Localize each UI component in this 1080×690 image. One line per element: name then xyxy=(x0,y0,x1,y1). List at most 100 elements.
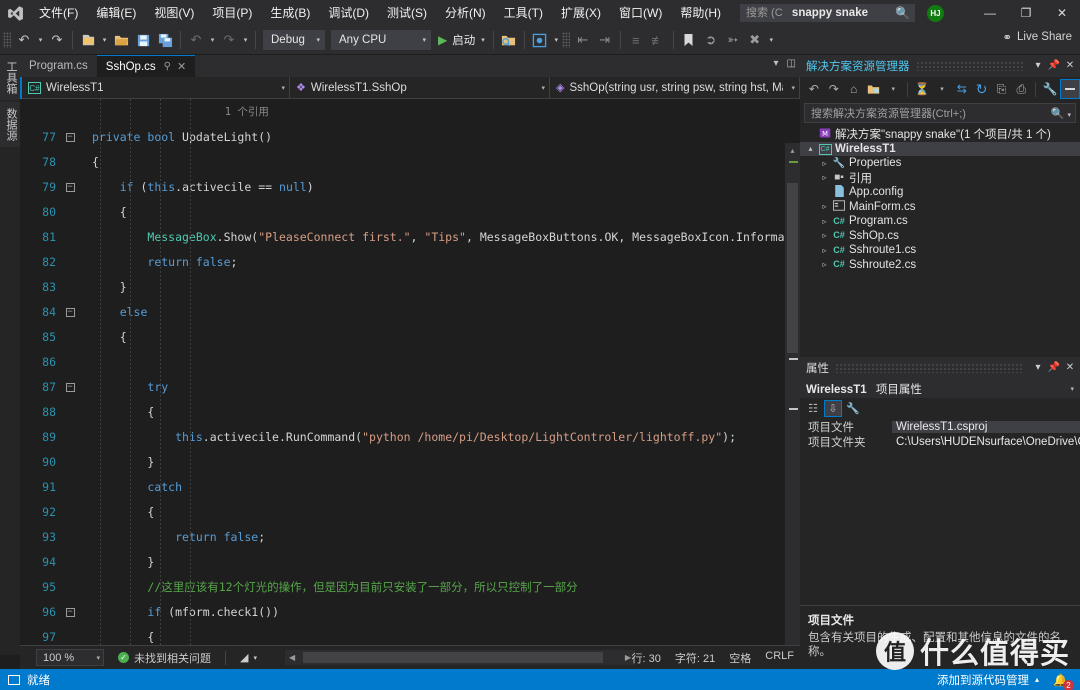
expander-icon[interactable]: ▹ xyxy=(818,246,831,255)
start-debug-button[interactable]: ▶ 启动 ▾ xyxy=(434,29,489,51)
scroll-up-icon[interactable]: ▴ xyxy=(785,143,800,158)
navigate-back-icon[interactable]: ↶ xyxy=(13,29,35,51)
code-line[interactable]: 95 //这里应该有12个灯光的操作，但是因为目前只安装了一部分，所以只控制了一… xyxy=(20,574,800,599)
code-editor[interactable]: 1 个引用 77− private bool UpdateLight() 78{79−… xyxy=(20,99,800,645)
comment-icon[interactable]: ≡ xyxy=(625,29,647,51)
editor-tab-program-cs[interactable]: Program.cs xyxy=(20,55,97,77)
property-row[interactable]: 项目文件夹 C:\Users\HUDENsurface\OneDrive\C# xyxy=(800,434,1080,449)
tree-row[interactable]: ▹ 🔧 Properties xyxy=(800,156,1080,171)
vertical-tab-toolbox[interactable]: 工具箱 xyxy=(0,55,22,100)
code-line[interactable]: 80 { xyxy=(20,199,800,224)
expander-icon[interactable]: ▹ xyxy=(818,231,831,240)
menu-tools[interactable]: 工具(T) xyxy=(495,0,552,26)
close-icon[interactable]: ✕ xyxy=(1062,359,1078,377)
indent-icon[interactable]: ⇤ xyxy=(572,29,594,51)
save-icon[interactable] xyxy=(132,29,154,51)
pin-icon[interactable]: 📌 xyxy=(1046,359,1062,377)
expander-icon[interactable]: ▹ xyxy=(818,260,831,269)
toolbar-grip[interactable] xyxy=(3,32,11,48)
code-line[interactable]: 79− if (this.activecile == null) xyxy=(20,174,800,199)
menu-edit[interactable]: 编辑(E) xyxy=(87,0,145,26)
split-view-icon[interactable]: ◫ xyxy=(787,58,796,69)
solution-tree[interactable]: M 解决方案"snappy snake"(1 个项目/共 1 个) ▴ C# W… xyxy=(800,126,1080,272)
code-line[interactable]: 91 catch xyxy=(20,474,800,499)
menu-view[interactable]: 视图(V) xyxy=(145,0,203,26)
fold-toggle-icon[interactable]: − xyxy=(62,182,78,192)
code-line[interactable]: 1 个引用 xyxy=(20,99,800,124)
indent-indicator[interactable]: 空格 xyxy=(729,650,751,666)
scrollbar-thumb[interactable] xyxy=(303,652,603,663)
tree-row[interactable]: ▹ ■▪ 引用 xyxy=(800,171,1080,186)
zoom-level-combo[interactable]: 100 % ▾ xyxy=(36,649,104,666)
open-file-icon[interactable] xyxy=(110,29,132,51)
expander-icon[interactable]: ▹ xyxy=(818,202,831,211)
code-line[interactable]: 85 { xyxy=(20,324,800,349)
menu-analyze[interactable]: 分析(N) xyxy=(436,0,495,26)
scrollbar-thumb[interactable] xyxy=(787,183,798,353)
code-line[interactable]: 86 xyxy=(20,349,800,374)
menu-debug[interactable]: 调试(D) xyxy=(319,0,378,26)
editor-horizontal-scrollbar[interactable]: ◀ ▶ xyxy=(285,650,635,665)
preview-icon[interactable]: ⎙ xyxy=(1011,79,1031,99)
avatar[interactable]: HJ xyxy=(927,4,944,22)
live-share-button[interactable]: ⚭ Live Share xyxy=(1002,30,1072,44)
issues-status[interactable]: ✓ 未找到相关问题 xyxy=(118,650,211,666)
scroll-right-icon[interactable]: ▶ xyxy=(625,653,631,662)
toolbar-overflow-icon[interactable]: ▾ xyxy=(766,29,777,51)
code-line[interactable]: 88 { xyxy=(20,399,800,424)
expander-icon[interactable]: ▴ xyxy=(804,144,817,153)
uncomment-icon[interactable]: ≢ xyxy=(647,29,669,51)
redo-icon[interactable]: ↷ xyxy=(218,29,240,51)
code-line[interactable]: 90 } xyxy=(20,449,800,474)
collapse-all-icon[interactable]: ⎘ xyxy=(992,79,1012,99)
tree-row-project[interactable]: ▴ C# WirelessT1 xyxy=(800,141,1080,156)
property-value[interactable]: WirelessT1.csproj xyxy=(892,420,1080,433)
pin-icon[interactable]: 📌 xyxy=(1046,57,1062,75)
bookmark-prev-icon[interactable]: ➲ xyxy=(700,29,722,51)
expander-icon[interactable]: ▹ xyxy=(818,159,831,168)
sync-icon[interactable]: ⇆ xyxy=(952,79,972,99)
code-line[interactable]: 81 MessageBox.Show("PleaseConnect first.… xyxy=(20,224,800,249)
bookmark-clear-icon[interactable]: ✖ xyxy=(744,29,766,51)
bookmark-next-icon[interactable]: ➳ xyxy=(722,29,744,51)
code-line[interactable]: 97 { xyxy=(20,624,800,645)
minimize-button[interactable]: — xyxy=(972,0,1008,26)
close-button[interactable]: ✕ xyxy=(1044,0,1080,26)
navbar-project-combo[interactable]: C# WirelessT1 ▾ xyxy=(20,76,290,99)
chevron-down-icon[interactable]: ▾ xyxy=(1070,385,1074,393)
scroll-left-icon[interactable]: ◀ xyxy=(289,653,295,662)
new-project-dropdown-icon[interactable]: ▾ xyxy=(99,29,110,51)
drag-handle[interactable] xyxy=(835,363,1024,373)
back-icon[interactable]: ↶ xyxy=(804,79,824,99)
properties-grid[interactable]: 项目文件 WirelessT1.csproj 项目文件夹 C:\Users\HUDEN… xyxy=(800,419,1080,449)
fold-toggle-icon[interactable]: − xyxy=(62,382,78,392)
property-value[interactable]: C:\Users\HUDENsurface\OneDrive\C# xyxy=(892,436,1080,448)
build-configuration-combo[interactable]: Debug ▾ xyxy=(263,30,325,50)
alphabetical-icon[interactable]: ⇩ xyxy=(824,400,842,417)
properties-icon[interactable]: 🔧 xyxy=(1040,79,1060,99)
tree-row[interactable]: ▹ C# SshOp.cs xyxy=(800,229,1080,244)
outdent-icon[interactable]: ⇥ xyxy=(594,29,616,51)
vertical-tab-datasources[interactable]: 数据源 xyxy=(0,102,22,147)
code-line[interactable]: 96− if (mform.check1()) xyxy=(20,599,800,624)
intellicode-dropdown-icon[interactable]: ▾ xyxy=(551,29,562,51)
categorized-icon[interactable]: ☷ xyxy=(804,400,822,417)
navigate-back-dropdown-icon[interactable]: ▾ xyxy=(35,29,46,51)
bookmark-icon[interactable] xyxy=(678,29,700,51)
menu-help[interactable]: 帮助(H) xyxy=(671,0,730,26)
add-to-source-control-button[interactable]: 添加到源代码管理 ▴ xyxy=(937,672,1047,688)
menu-file[interactable]: 文件(F) xyxy=(30,0,87,26)
menu-extensions[interactable]: 扩展(X) xyxy=(552,0,610,26)
undo-dropdown-icon[interactable]: ▾ xyxy=(207,29,218,51)
code-line[interactable]: 78 { xyxy=(20,149,800,174)
home-icon[interactable]: ⌂ xyxy=(844,79,864,99)
toolbar-grip[interactable] xyxy=(561,32,570,48)
code-line[interactable]: 92 { xyxy=(20,499,800,524)
expander-icon[interactable]: ▹ xyxy=(818,173,831,182)
tree-row[interactable]: App.config xyxy=(800,184,1080,200)
menu-project[interactable]: 项目(P) xyxy=(203,0,261,26)
issues-filter[interactable]: ◢ ▾ xyxy=(240,651,257,664)
tree-row[interactable]: ▹ C# Sshroute1.cs xyxy=(800,243,1080,258)
fold-toggle-icon[interactable]: − xyxy=(62,307,78,317)
chevron-down-icon[interactable]: ▾ xyxy=(1030,359,1046,377)
